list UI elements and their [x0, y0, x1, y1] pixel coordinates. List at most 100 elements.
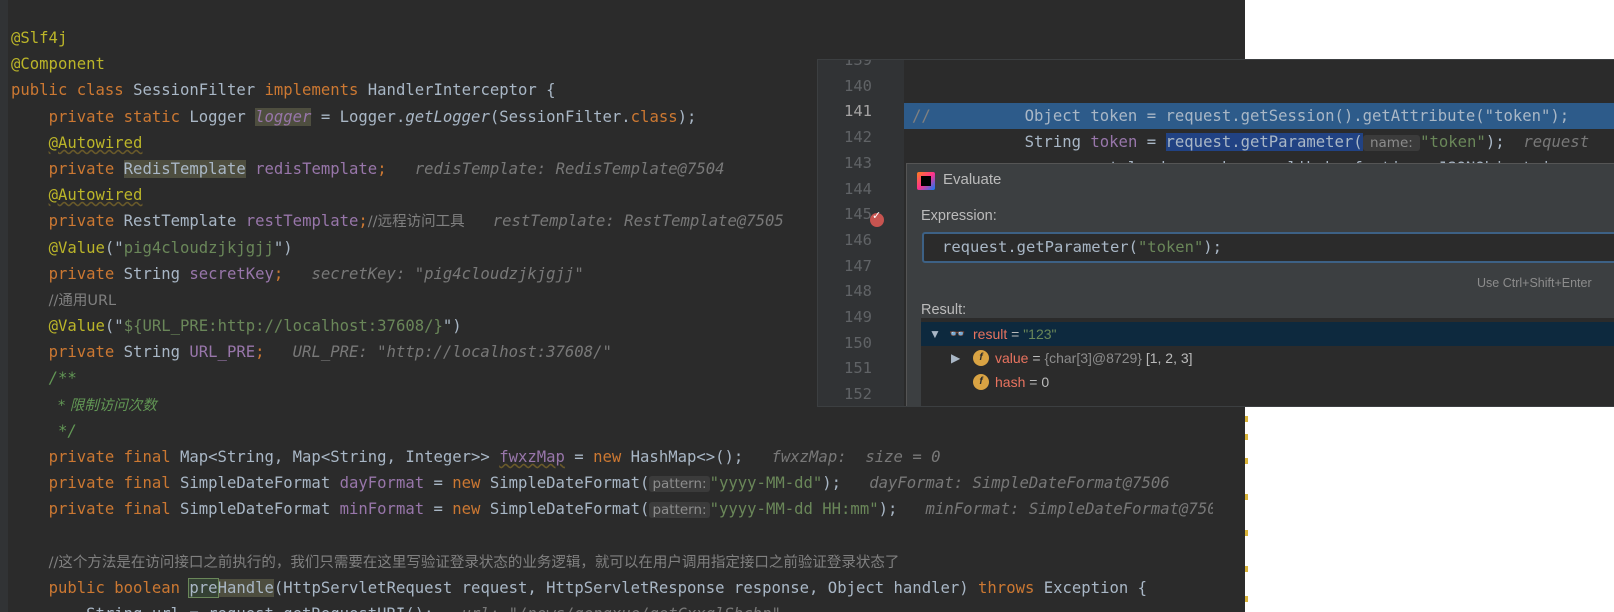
- code-token: private final: [48, 474, 180, 493]
- expression-token: );: [1203, 238, 1222, 256]
- line-number[interactable]: 149: [818, 308, 872, 326]
- editor-gutter[interactable]: [0, 0, 8, 612]
- code-line[interactable]: */: [11, 418, 1226, 444]
- code-token: fwxzMap: [499, 448, 565, 466]
- stripe-mark[interactable]: [1245, 458, 1248, 464]
- line-number[interactable]: 151: [818, 359, 872, 377]
- child-value: [1, 2, 3]: [1141, 350, 1193, 366]
- code-token: SimpleDateFormat: [180, 474, 340, 493]
- line-number[interactable]: 142: [818, 128, 872, 146]
- code-line[interactable]: private final SimpleDateFormat dayFormat…: [11, 470, 1226, 496]
- code-line[interactable]: @Slf4j: [11, 25, 1226, 51]
- line-number[interactable]: 147: [818, 257, 872, 275]
- code-token: pig4cloudzjkjgjj: [123, 238, 274, 257]
- child-row-value[interactable]: ▶ f value = {char[3]@8729} [1, 2, 3]: [921, 346, 1614, 370]
- evaluate-dialog[interactable]: Evaluate Expression: request.getParamete…: [906, 163, 1614, 406]
- code-token: "yyyy-MM-dd": [709, 474, 823, 493]
- child-eq: =: [1028, 350, 1045, 366]
- code-token: SimpleDateFormat(: [489, 500, 650, 519]
- code-token: redisTemplate: [255, 159, 378, 178]
- line-number[interactable]: 141: [818, 102, 872, 120]
- code-token: dayFormat: [339, 474, 425, 493]
- code-token: private: [48, 212, 124, 231]
- code-token: @Autowired: [48, 133, 143, 152]
- code-token: Map<String, Map<String, Integer>>: [180, 448, 500, 466]
- chevron-down-icon[interactable]: ▼: [929, 322, 941, 346]
- code-line[interactable]: // Object token = request.getSession().g…: [912, 103, 1589, 129]
- code-token: SessionFilter: [133, 81, 265, 100]
- code-token: restTemplate: [245, 212, 359, 231]
- breakpoint-icon[interactable]: [870, 209, 884, 227]
- blank-area-top: [1245, 0, 1614, 60]
- code-token: private static: [48, 107, 190, 126]
- stripe-mark[interactable]: [1245, 434, 1248, 440]
- stripe-mark[interactable]: [1245, 530, 1248, 536]
- code-token: "yyyy-MM-dd HH:mm": [709, 500, 879, 519]
- code-line[interactable]: private final Map<String, Map<String, In…: [11, 444, 1226, 470]
- code-line[interactable]: [912, 77, 1589, 103]
- code-token: pre: [188, 577, 219, 598]
- code-token: @Slf4j: [11, 29, 68, 47]
- stripe-mark[interactable]: [1245, 566, 1248, 572]
- line-number[interactable]: 152: [818, 385, 872, 403]
- code-line[interactable]: String token = request.getParameter( nam…: [912, 129, 1589, 155]
- code-token: (": [104, 238, 124, 257]
- code-line[interactable]: private final SimpleDateFormat minFormat…: [11, 496, 1226, 522]
- code-token: String: [123, 264, 190, 283]
- code-token: */: [57, 421, 77, 440]
- code-line[interactable]: String url = request.getRequestURI(); ur…: [11, 601, 1226, 612]
- code-token: );: [1485, 133, 1505, 151]
- code-token: pattern:: [649, 476, 710, 493]
- stripe-marks: [1245, 406, 1248, 612]
- code-token: RestTemplate: [123, 212, 246, 231]
- expression-input[interactable]: request.getParameter("token");: [922, 232, 1614, 263]
- stripe-mark[interactable]: [1245, 494, 1248, 500]
- code-token: fwxzMap: size = 0: [743, 448, 941, 466]
- code-token: //远程访问工具: [367, 214, 465, 231]
- code-token: @Component: [11, 55, 105, 74]
- result-name: result: [973, 326, 1008, 342]
- code-token: =: [424, 500, 453, 519]
- code-token: new: [452, 474, 490, 493]
- line-number[interactable]: 144: [818, 180, 872, 198]
- stripe-mark[interactable]: [1245, 596, 1248, 602]
- line-number[interactable]: 140: [818, 77, 872, 95]
- code-token: RedisTemplate: [123, 159, 246, 178]
- line-number[interactable]: 148: [818, 282, 872, 300]
- code-line[interactable]: public boolean preHandle(HttpServletRequ…: [11, 575, 1226, 601]
- result-row[interactable]: ▼ 👓 result = "123": [921, 322, 1614, 346]
- code-token: Logger: [189, 107, 256, 126]
- stripe-mark[interactable]: [1245, 416, 1248, 422]
- code-token: @Value: [48, 238, 105, 257]
- line-number[interactable]: 143: [818, 154, 872, 172]
- code-token: "): [442, 317, 462, 336]
- result-tree[interactable]: ▼ 👓 result = "123" ▶ f value = {char[3]@…: [921, 318, 1614, 406]
- code-token: ;: [377, 159, 387, 178]
- code-token: (": [104, 317, 124, 336]
- line-number[interactable]: 139: [818, 60, 872, 69]
- line-number[interactable]: 146: [818, 231, 872, 249]
- code-token: =: [1137, 133, 1166, 151]
- code-token: token: [1090, 133, 1138, 151]
- code-line[interactable]: [11, 523, 1226, 549]
- line-number[interactable]: 150: [818, 334, 872, 352]
- code-line[interactable]: //这个方法是在访问接口之前执行的，我们只需要在这里写验证登录状态的业务逻辑，就…: [11, 549, 1226, 575]
- code-token: =: [424, 474, 453, 493]
- code-token: URL_PRE: [189, 343, 256, 362]
- code-token: Object token = request.getSession().getA…: [930, 107, 1570, 125]
- code-token: (HttpServletRequest request, HttpServlet…: [273, 578, 979, 597]
- code-token: secretKey: "pig4cloudzjkjgjj": [283, 264, 584, 283]
- result-label: Result:: [921, 302, 967, 318]
- line-number[interactable]: 145: [818, 205, 872, 223]
- code-token: );: [878, 500, 898, 519]
- chevron-right-icon[interactable]: ▶: [951, 346, 960, 370]
- child-row-hash[interactable]: f hash = 0: [921, 370, 1614, 394]
